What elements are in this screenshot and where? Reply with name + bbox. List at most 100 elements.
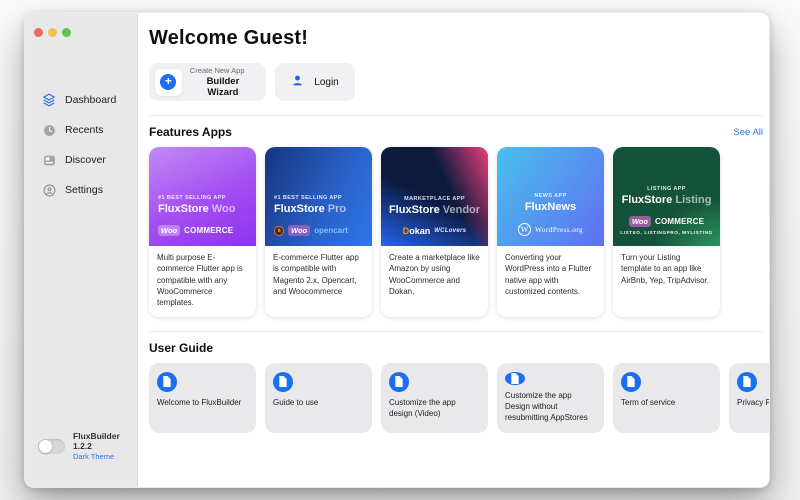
user-guide-heading: User Guide — [149, 340, 214, 355]
minimize-button[interactable] — [48, 28, 57, 37]
woo-badge-icon: Woo — [288, 225, 311, 236]
user-icon — [291, 74, 304, 90]
guide-card-label: Customize the app design (Video) — [389, 397, 456, 418]
sidebar-item-recents[interactable]: Recents — [25, 115, 137, 145]
sidebar-item-settings[interactable]: Settings — [25, 175, 137, 205]
guide-card-label: Term of service — [621, 397, 676, 407]
login-button-label: Login — [314, 76, 339, 88]
page-title: Welcome Guest! — [149, 27, 309, 49]
sidebar-item-label: Settings — [65, 184, 103, 196]
card-title: FluxNews — [524, 201, 577, 213]
document-icon — [505, 371, 525, 386]
card-description: E-commerce Flutter app is compatible wit… — [273, 253, 359, 297]
document-icon — [737, 371, 757, 392]
sidebar-footer: FluxBuilder 1.2.2 Dark Theme — [25, 431, 137, 487]
document-icon — [157, 371, 177, 392]
feature-card-fluxstore-pro[interactable]: #1 BEST SELLING APP FluxStore Pro Woo op… — [265, 147, 372, 317]
wordpress-icon: W — [518, 223, 532, 236]
card-hero: NEWS APP FluxNews W WordPress.org — [497, 147, 604, 246]
discover-icon — [42, 153, 56, 167]
main-content: Welcome Guest! + Create New App Builder … — [138, 13, 769, 487]
listing-platforms-label: LISTEO, LISTINGPRO, MYLISTING — [620, 231, 713, 236]
card-tag: #1 BEST SELLING APP — [158, 195, 226, 201]
dashboard-cube-icon — [42, 93, 56, 107]
guide-card-term-of-service[interactable]: Term of service — [613, 362, 720, 433]
card-title: FluxStore Vendor — [388, 204, 481, 216]
card-tag: LISTING APP — [647, 186, 686, 192]
platform-logos: Dokan WCLovers — [403, 226, 467, 236]
dark-theme-toggle[interactable] — [38, 438, 65, 454]
clock-icon — [42, 123, 56, 137]
features-cards-row: #1 BEST SELLING APP FluxStore Woo Woo CO… — [149, 147, 769, 317]
card-title: FluxStore Woo — [158, 203, 236, 215]
create-button-subtitle: Create New App — [189, 66, 245, 75]
card-hero: #1 BEST SELLING APP FluxStore Woo Woo CO… — [149, 147, 256, 246]
user-guide-row: Welcome to FluxBuilder Guide to use Cust… — [149, 362, 769, 433]
card-description: Converting your WordPress into a Flutter… — [505, 253, 592, 297]
document-icon — [389, 371, 409, 392]
create-new-app-button[interactable]: + Create New App Builder Wizard — [149, 63, 266, 101]
woocommerce-logo: Woo COMMERCE — [628, 216, 704, 227]
card-tag: MARKETPLACE APP — [404, 196, 465, 202]
sidebar: Dashboard Recents Discover Settings Flux… — [25, 13, 138, 487]
woocommerce-logo: Woo COMMERCE — [158, 225, 248, 236]
guide-card-customize-without-resubmitting[interactable]: Customize the app Design without resubmi… — [497, 362, 604, 433]
plus-icon: + — [155, 68, 182, 96]
opencart-logo: opencart — [314, 226, 348, 235]
woo-badge-icon: Woo — [158, 225, 181, 236]
account-icon — [42, 183, 56, 197]
card-hero: MARKETPLACE APP FluxStore Vendor Dokan W… — [381, 147, 488, 246]
sidebar-item-label: Recents — [65, 124, 104, 136]
document-icon — [273, 371, 293, 392]
wclovers-logo: WCLovers — [434, 228, 467, 234]
card-tag: NEWS APP — [534, 193, 567, 199]
see-all-link[interactable]: See All — [733, 127, 763, 138]
guide-card-privacy-policy[interactable]: Privacy Policy — [729, 362, 769, 433]
divider — [149, 330, 763, 332]
features-heading: Features Apps — [149, 125, 232, 139]
feature-card-fluxstore-vendor[interactable]: MARKETPLACE APP FluxStore Vendor Dokan W… — [381, 147, 488, 317]
card-description: Create a marketplace like Amazon by usin… — [389, 253, 480, 297]
sidebar-item-label: Dashboard — [65, 94, 117, 106]
sidebar-nav: Dashboard Recents Discover Settings — [25, 85, 137, 205]
zoom-button[interactable] — [62, 28, 71, 37]
guide-card-guide-to-use[interactable]: Guide to use — [265, 362, 372, 433]
magento-icon — [274, 225, 284, 236]
actions-row: + Create New App Builder Wizard Login — [149, 63, 769, 101]
guide-card-customize-design-video[interactable]: Customize the app design (Video) — [381, 362, 488, 433]
app-window: Dashboard Recents Discover Settings Flux… — [24, 12, 770, 488]
guide-card-label: Welcome to FluxBuilder — [157, 397, 242, 407]
divider — [149, 115, 763, 116]
toggle-knob — [39, 439, 52, 453]
card-hero: #1 BEST SELLING APP FluxStore Pro Woo op… — [265, 147, 372, 246]
guide-card-label: Guide to use — [273, 397, 319, 407]
dark-theme-label[interactable]: Dark Theme — [73, 452, 137, 461]
card-description: Turn your Listing template to an app lik… — [621, 253, 710, 285]
guide-card-welcome[interactable]: Welcome to FluxBuilder — [149, 362, 256, 433]
woo-badge-icon: Woo — [628, 216, 651, 227]
sidebar-item-label: Discover — [65, 154, 106, 166]
card-hero: LISTING APP FluxStore Listing Woo COMMER… — [613, 147, 720, 246]
create-button-title: Builder Wizard — [206, 76, 240, 98]
wordpress-logo: W WordPress.org — [518, 223, 583, 236]
document-icon — [621, 371, 641, 392]
card-title: FluxStore Pro — [274, 203, 347, 215]
window-controls — [25, 13, 137, 37]
guide-card-label: Privacy Policy — [737, 397, 769, 407]
guide-section-header: User Guide — [149, 341, 763, 355]
dokan-logo: Dokan — [402, 226, 431, 236]
card-tag: #1 BEST SELLING APP — [274, 195, 342, 201]
feature-card-fluxnews[interactable]: NEWS APP FluxNews W WordPress.org Conver… — [497, 147, 604, 317]
card-title: FluxStore Listing — [621, 194, 712, 206]
close-button[interactable] — [34, 28, 43, 37]
platform-logos: Woo opencart — [274, 225, 364, 236]
sidebar-item-dashboard[interactable]: Dashboard — [25, 85, 137, 115]
feature-card-fluxstore-listing[interactable]: LISTING APP FluxStore Listing Woo COMMER… — [613, 147, 720, 317]
login-button[interactable]: Login — [275, 63, 355, 101]
feature-card-fluxstore-woo[interactable]: #1 BEST SELLING APP FluxStore Woo Woo CO… — [149, 147, 256, 317]
features-section-header: Features Apps See All — [149, 125, 763, 139]
app-version: FluxBuilder 1.2.2 — [73, 431, 120, 451]
guide-card-label: Customize the app Design without resubmi… — [505, 391, 588, 422]
sidebar-item-discover[interactable]: Discover — [25, 145, 137, 175]
card-description: Multi purpose E-commerce Flutter app is … — [157, 253, 243, 308]
